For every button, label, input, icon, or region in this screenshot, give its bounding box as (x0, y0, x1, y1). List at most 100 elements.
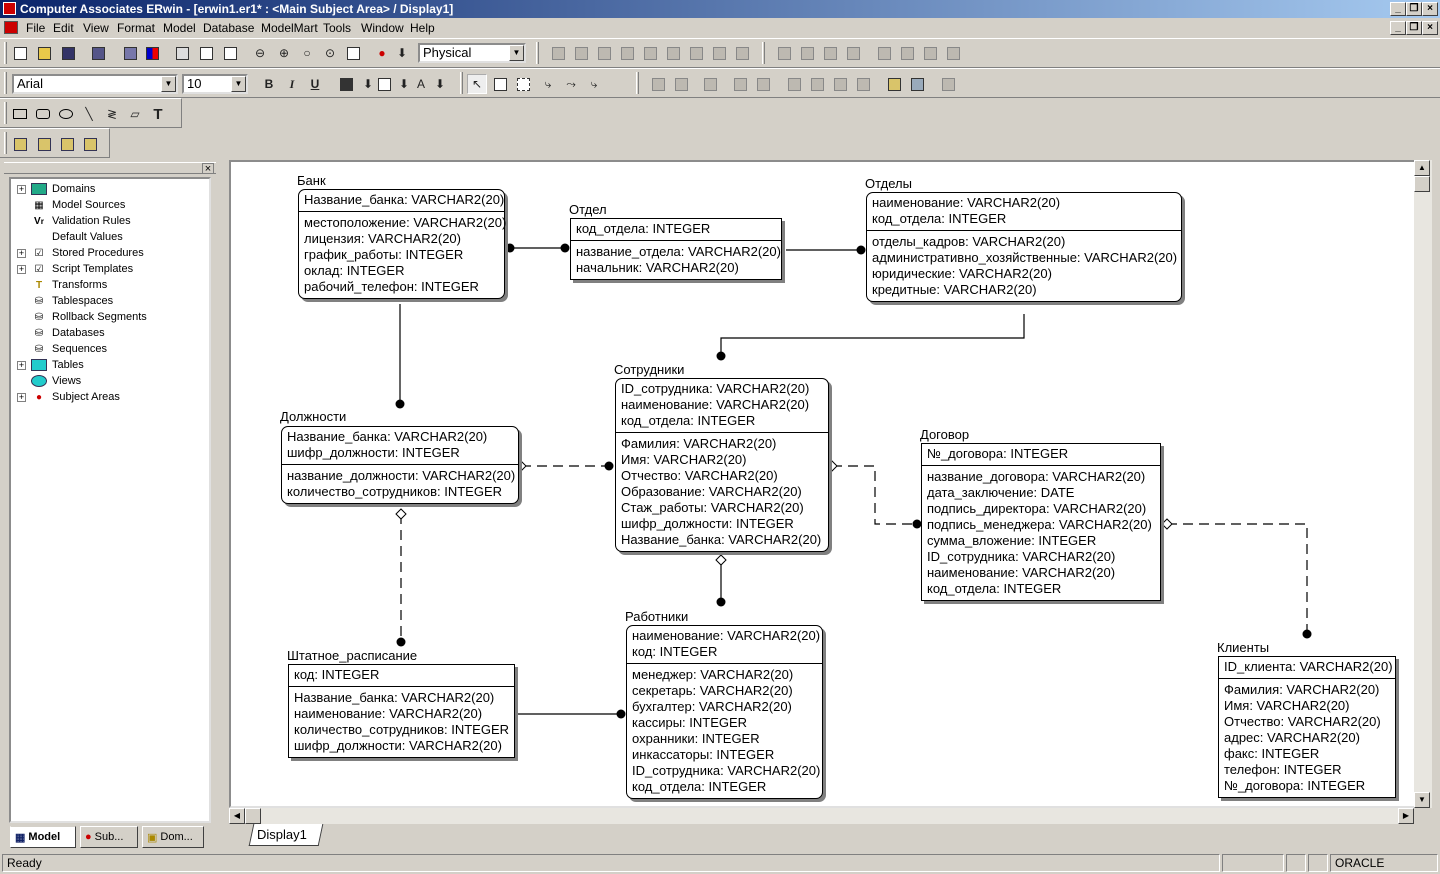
entity-name-dolzhnosti[interactable]: Должности (280, 409, 346, 424)
relationship-icon[interactable] (617, 43, 637, 63)
modelmart-icon[interactable] (648, 74, 668, 94)
entity-attribute[interactable]: №_договора: INTEGER (1224, 778, 1390, 794)
entity-attribute[interactable]: инкассаторы: INTEGER (632, 747, 817, 763)
entity-attribute[interactable]: Название_банка: VARCHAR2(20) (294, 690, 509, 706)
entity-attribute[interactable]: административно_хозяйственные: VARCHAR2(… (872, 250, 1177, 266)
font-name-select[interactable]: Arial ▼ (12, 74, 178, 94)
model-explorer-tree[interactable]: + Domains ▦ Model Sources Vr Validation Rul… (9, 177, 211, 823)
entity-display-icon[interactable] (196, 43, 216, 63)
entity-attribute[interactable]: наименование: VARCHAR2(20) (621, 397, 823, 413)
settings-icon[interactable] (938, 74, 958, 94)
diagram-canvas[interactable]: Банк Название_банка: VARCHAR2(20) местоп… (229, 160, 1432, 808)
toolbar-grip[interactable] (636, 72, 639, 94)
polygon-tool-icon[interactable]: ▱ (125, 104, 145, 124)
entity-attribute[interactable]: количество_сотрудников: INTEGER (294, 722, 509, 738)
tab-domains[interactable]: ▣ Dom... (142, 826, 204, 848)
entity-attribute[interactable]: Фамилия: VARCHAR2(20) (1224, 682, 1390, 698)
tree-item-stored-procedures[interactable]: + ☑ Stored Procedures (17, 245, 144, 261)
entity-attribute[interactable]: Отчество: VARCHAR2(20) (1224, 714, 1390, 730)
entity-dolzhnosti[interactable]: Название_банка: VARCHAR2(20) шифр_должнос… (281, 426, 519, 504)
tree-item-transforms[interactable]: T Transforms (17, 277, 107, 293)
entity-attribute[interactable]: код_отдела: INTEGER (621, 413, 823, 429)
entity-attribute[interactable]: отделы_кадров: VARCHAR2(20) (872, 234, 1176, 250)
toolbar-grip[interactable] (4, 132, 7, 154)
entity-attribute[interactable]: Имя: VARCHAR2(20) (1224, 698, 1390, 714)
spacing-icon[interactable] (920, 43, 940, 63)
modelmart-icon[interactable] (830, 74, 850, 94)
entity-attribute[interactable]: ID_клиента: VARCHAR2(20) (1224, 659, 1393, 675)
vertical-scroll-thumb[interactable] (1414, 176, 1430, 192)
entity-attribute[interactable]: наименование: VARCHAR2(20) (927, 565, 1155, 581)
entity-name-dogovor[interactable]: Договор (920, 427, 969, 442)
entity-name-bank[interactable]: Банк (297, 173, 326, 188)
modelmart-icon[interactable] (730, 74, 750, 94)
entity-attribute[interactable]: факс: INTEGER (1224, 746, 1390, 762)
tree-item-databases[interactable]: ⛁ Databases (17, 325, 105, 341)
subject-area-icon[interactable]: ● (372, 43, 392, 63)
print-icon[interactable] (88, 43, 108, 63)
entity-attribute[interactable]: шифр_должности: VARCHAR2(20) (294, 738, 509, 754)
line-tool-icon[interactable]: ╲ (79, 104, 99, 124)
category-tool-icon[interactable] (513, 74, 533, 94)
vertical-scrollbar[interactable]: ▲ ▼ (1414, 160, 1432, 808)
entity-attribute[interactable]: шифр_должности: INTEGER (621, 516, 823, 532)
modelmart-icon[interactable] (753, 74, 773, 94)
text-format-icon[interactable] (172, 43, 192, 63)
doc-restore-button[interactable]: ❒ (1406, 21, 1422, 35)
new-icon[interactable] (10, 43, 30, 63)
entity-attribute[interactable]: название_должности: VARCHAR2(20) (287, 468, 515, 484)
tree-item-sequences[interactable]: ⛁ Sequences (17, 341, 107, 357)
entity-name-sotrudniki[interactable]: Сотрудники (614, 362, 684, 377)
zoom-icon[interactable]: ⊙ (320, 43, 340, 63)
color-icon[interactable] (142, 43, 162, 63)
align-icon[interactable] (774, 43, 794, 63)
entity-attribute[interactable]: оклад: INTEGER (304, 263, 499, 279)
line-dropdown-icon[interactable]: ⬇ (430, 74, 450, 94)
entity-attribute[interactable]: Стаж_работы: VARCHAR2(20) (621, 500, 823, 516)
relationship-icon[interactable] (571, 43, 591, 63)
menu-tools[interactable]: Tools (323, 21, 351, 35)
menu-modelmart[interactable]: ModelMart (261, 21, 318, 35)
entity-attribute[interactable]: адрес: VARCHAR2(20) (1224, 730, 1390, 746)
entity-attribute[interactable]: лицензия: VARCHAR2(20) (304, 231, 499, 247)
entity-attribute[interactable]: количество_сотрудников: INTEGER (287, 484, 513, 500)
relationship-icon[interactable] (640, 43, 660, 63)
entity-rabotniki[interactable]: наименование: VARCHAR2(20) код: INTEGER м… (626, 625, 823, 799)
entity-attribute[interactable]: название_отдела: VARCHAR2(20) (576, 244, 781, 260)
entity-bank[interactable]: Название_банка: VARCHAR2(20) местоположе… (298, 189, 506, 299)
align-icon[interactable] (843, 43, 863, 63)
modelmart-icon[interactable] (853, 74, 873, 94)
entity-name-otdely[interactable]: Отделы (865, 176, 912, 191)
entity-klienty[interactable]: ID_клиента: VARCHAR2(20) Фамилия: VARCHA… (1218, 656, 1396, 798)
bold-button[interactable]: B (259, 74, 279, 94)
menu-edit[interactable]: Edit (53, 21, 74, 35)
entity-attribute[interactable]: подпись_директора: VARCHAR2(20) (927, 501, 1155, 517)
tree-item-model-sources[interactable]: ▦ Model Sources (17, 197, 125, 213)
entity-tool-icon[interactable] (490, 74, 510, 94)
model-properties-icon[interactable] (884, 74, 904, 94)
ellipse-tool-icon[interactable] (56, 104, 76, 124)
menu-model[interactable]: Model (163, 21, 196, 35)
entity-otdel[interactable]: код_отдела: INTEGER название_отдела: VAR… (570, 218, 782, 280)
spacing-icon[interactable] (897, 43, 917, 63)
entity-name-rabotniki[interactable]: Работники (625, 609, 688, 624)
relationship-line[interactable] (1167, 523, 1308, 634)
relationship-line[interactable] (720, 314, 1025, 356)
zoom-out-icon[interactable]: ⊖ (250, 43, 270, 63)
entity-attribute[interactable]: сумма_вложение: INTEGER (927, 533, 1155, 549)
lock-icon[interactable] (700, 74, 720, 94)
entity-attribute[interactable]: шифр_должности: INTEGER (287, 445, 513, 461)
modelmart-icon[interactable] (671, 74, 691, 94)
tree-item-tables[interactable]: + Tables (17, 357, 84, 373)
entity-attribute[interactable]: дата_заключение: DATE (927, 485, 1155, 501)
comment-icon[interactable] (220, 43, 240, 63)
entity-attribute[interactable]: ID_сотрудника: VARCHAR2(20) (621, 381, 823, 397)
doc-close-button[interactable]: × (1422, 21, 1438, 35)
download-icon[interactable]: ⬇ (392, 43, 412, 63)
transform-icon[interactable] (57, 134, 77, 154)
line-color-icon[interactable] (374, 74, 394, 94)
toolbar-grip[interactable] (536, 42, 539, 64)
scroll-down-icon[interactable]: ▼ (1414, 792, 1430, 808)
entity-attribute[interactable]: менеджер: VARCHAR2(20) (632, 667, 817, 683)
expand-icon[interactable]: + (17, 248, 26, 258)
